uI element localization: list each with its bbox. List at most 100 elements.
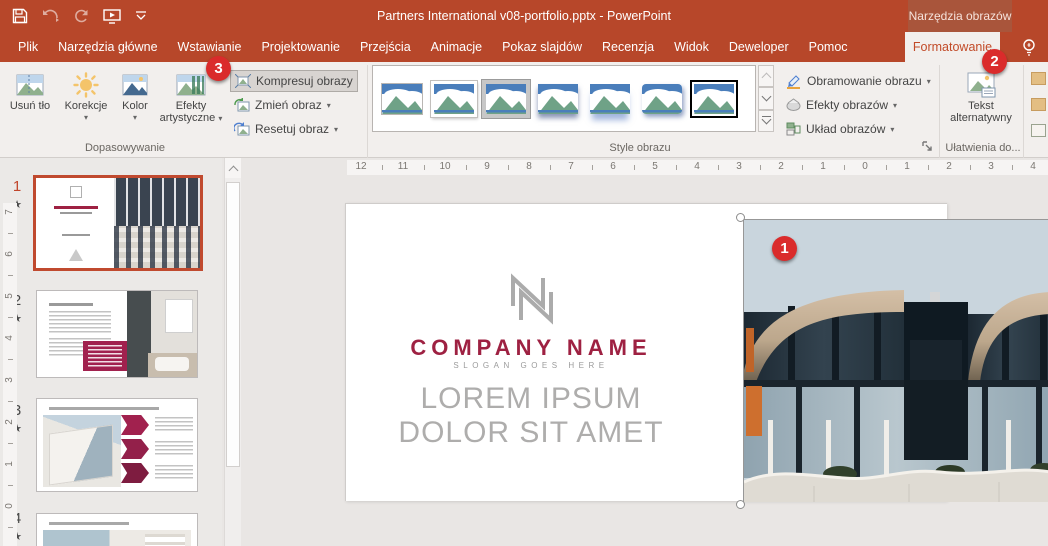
remove-background-icon <box>16 70 44 100</box>
callout-badge-2: 2 <box>982 49 1007 74</box>
slide-canvas-area: COMPANY NAME SLOGAN GOES HERE LOREM IPSU… <box>244 158 1048 546</box>
group-label-picture-styles: Style obrazu <box>560 142 720 154</box>
tab-narzedzia-glowne[interactable]: Narzędzia główne <box>48 32 167 62</box>
color-caret-icon: ▾ <box>133 112 137 124</box>
tab-projektowanie[interactable]: Projektowanie <box>251 32 350 62</box>
bring-forward-icon[interactable] <box>1031 72 1046 85</box>
thumb-building-photo <box>43 415 121 487</box>
undo-icon[interactable] <box>42 9 60 23</box>
picture-border-pen-icon <box>786 74 802 89</box>
thumb-paragraph <box>155 441 193 455</box>
ruler-number: 0 <box>4 500 16 512</box>
contextual-tab-group-header: Narzędzia obrazów <box>908 0 1012 32</box>
tab-deweloper[interactable]: Deweloper <box>719 32 799 62</box>
gallery-scroll-up-button[interactable] <box>758 65 774 87</box>
reset-picture-button[interactable]: Resetuj obraz ▾ <box>230 118 342 140</box>
customize-qat-icon[interactable] <box>135 11 147 21</box>
picture-style-shadow[interactable] <box>536 80 580 118</box>
ribbon-tabs: Plik Narzędzia główne Wstawianie Projekt… <box>8 32 858 62</box>
gallery-more-button[interactable] <box>758 110 774 132</box>
picture-style-black-frame[interactable] <box>692 80 736 118</box>
gallery-scroll-down-button[interactable] <box>758 87 774 109</box>
thumb-accent-box <box>83 341 127 371</box>
scrollbar-thumb[interactable] <box>226 182 240 467</box>
picture-resize-handle-mid-left[interactable] <box>736 500 745 509</box>
metal-frame <box>482 80 530 118</box>
ruler-tick <box>8 233 13 234</box>
thumb-logo-mark <box>70 186 82 198</box>
remove-background-button[interactable]: Usuń tło <box>6 66 54 138</box>
picture-style-metal-frame[interactable] <box>484 80 528 118</box>
picture-style-reflection[interactable] <box>588 80 632 118</box>
picture-layout-button[interactable]: Układ obrazów ▾ <box>782 118 898 140</box>
selected-building-picture[interactable] <box>743 219 1048 502</box>
thumb-accent-text <box>88 345 122 367</box>
chevron-up-icon <box>761 73 771 83</box>
compress-pictures-button[interactable]: Kompresuj obrazy <box>230 70 358 92</box>
picture-border-label: Obramowanie obrazu <box>807 74 922 88</box>
company-name-text[interactable]: COMPANY NAME <box>346 335 716 361</box>
thumb-chevron-1 <box>121 415 149 435</box>
picture-effects-button[interactable]: Efekty obrazów ▾ <box>782 94 901 116</box>
thumb-building-top <box>114 178 200 226</box>
color-label: Kolor <box>122 100 148 112</box>
company-logo[interactable] <box>499 270 563 328</box>
selection-pane-icon[interactable] <box>1031 124 1046 137</box>
artistic-effects-label: Efekty artystyczne ▾ <box>158 100 224 125</box>
thumbnail-panel-scrollbar[interactable] <box>224 158 241 546</box>
alt-text-button[interactable]: Tekst alternatywny <box>946 66 1016 138</box>
callout-badge-1: 1 <box>772 236 797 261</box>
color-button[interactable]: Kolor ▾ <box>114 66 156 138</box>
ruler-number: 6 <box>4 248 16 260</box>
headline-line-1[interactable]: LOREM IPSUM <box>346 382 716 416</box>
vertical-ruler[interactable]: 76543210 <box>3 203 17 546</box>
headline-line-2[interactable]: DOLOR SIT AMET <box>346 416 716 450</box>
scrollbar-up-arrow[interactable] <box>225 158 241 178</box>
gallery-scroll-controls <box>758 65 774 132</box>
tab-widok[interactable]: Widok <box>664 32 719 62</box>
thumb-photo-window <box>165 299 193 333</box>
dialog-launcher-icon[interactable] <box>921 140 934 153</box>
change-picture-button[interactable]: Zmień obraz ▾ <box>230 94 335 116</box>
picture-border-button[interactable]: Obramowanie obrazu ▾ <box>782 70 935 92</box>
thumb-photo-shelves <box>145 534 185 546</box>
workspace: 1 ★ 2 ★ <box>0 158 1048 546</box>
ruler-number: 5 <box>4 290 16 302</box>
ruler-tick <box>8 443 13 444</box>
ruler-number: 1 <box>4 458 16 470</box>
slogan-text[interactable]: SLOGAN GOES HERE <box>346 361 716 370</box>
redo-icon[interactable] <box>74 9 89 23</box>
tell-me-lightbulb-icon[interactable] <box>1016 35 1042 61</box>
alt-text-icon <box>966 70 996 100</box>
tab-plik[interactable]: Plik <box>8 32 48 62</box>
slide-editing-surface[interactable]: COMPANY NAME SLOGAN GOES HERE LOREM IPSU… <box>345 203 947 501</box>
tab-przejscia[interactable]: Przejścia <box>350 32 421 62</box>
corrections-button[interactable]: Korekcje ▾ <box>60 66 112 138</box>
corrections-sun-icon <box>73 70 99 100</box>
picture-resize-handle-top-left[interactable] <box>736 213 745 222</box>
picture-layout-label: Układ obrazów <box>806 122 885 136</box>
picture-border-caret-icon: ▾ <box>927 77 931 86</box>
building-photo <box>744 220 1048 502</box>
slide-2-thumbnail[interactable] <box>36 290 198 378</box>
compress-pictures-icon <box>235 74 251 88</box>
tab-animacje[interactable]: Animacje <box>421 32 492 62</box>
color-image-icon <box>122 70 148 100</box>
slide-3-thumbnail[interactable] <box>36 398 198 492</box>
send-backward-icon[interactable] <box>1031 98 1046 111</box>
tab-pomoc[interactable]: Pomoc <box>799 32 858 62</box>
picture-style-soft-edge[interactable] <box>640 80 684 118</box>
group-label-accessibility: Ułatwienia do... <box>942 142 1024 154</box>
tab-pokaz-slajdow[interactable]: Pokaz slajdów <box>492 32 592 62</box>
slide-1-thumbnail[interactable] <box>33 175 203 271</box>
start-slideshow-icon[interactable] <box>103 8 121 24</box>
slide-4-thumbnail[interactable] <box>36 513 198 546</box>
picture-style-white-frame[interactable] <box>432 80 476 118</box>
tab-recenzja[interactable]: Recenzja <box>592 32 664 62</box>
ruler-tick <box>8 485 13 486</box>
picture-style-simple-frame[interactable] <box>380 80 424 118</box>
save-icon[interactable] <box>12 8 28 24</box>
tab-wstawianie[interactable]: Wstawianie <box>168 32 252 62</box>
ribbon-tab-row: Plik Narzędzia główne Wstawianie Projekt… <box>0 32 1048 62</box>
white-frame <box>431 81 477 117</box>
